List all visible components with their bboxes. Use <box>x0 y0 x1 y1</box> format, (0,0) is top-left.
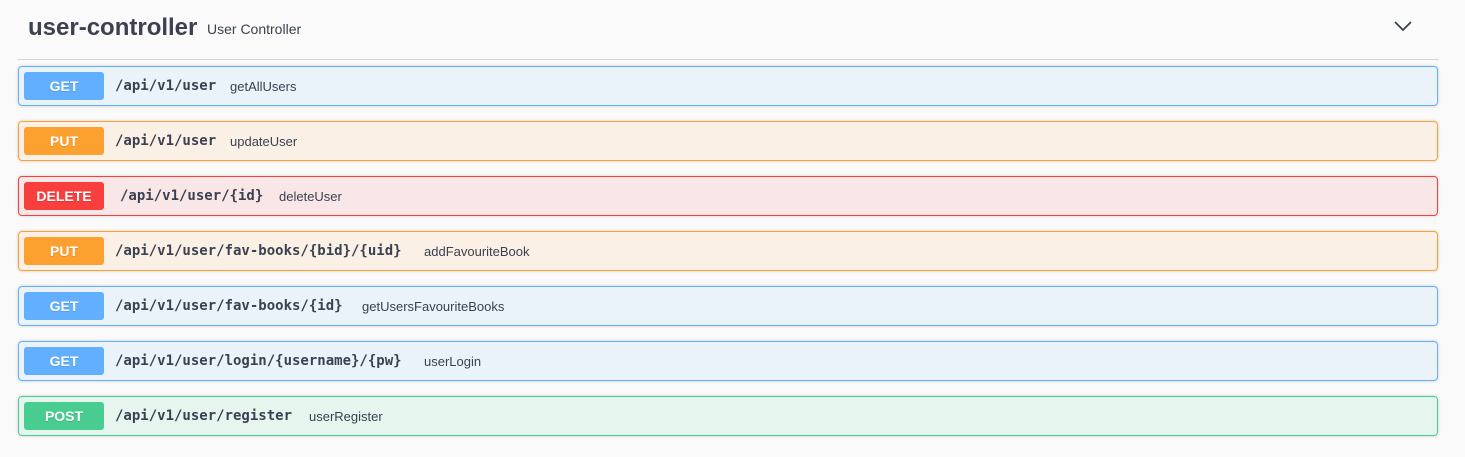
endpoint-summary: addFavouriteBook <box>424 244 530 259</box>
method-badge: PUT <box>24 127 104 155</box>
endpoint-summary: updateUser <box>230 134 298 149</box>
endpoint-path: /api/v1/user/login/{username}/{pw} <box>115 353 402 369</box>
opblock-user-register[interactable]: POST /api/v1/user/register userRegister <box>18 396 1438 436</box>
endpoint-summary: deleteUser <box>279 189 342 204</box>
opblock-get-users-favourite-books[interactable]: GET /api/v1/user/fav-books/{id} getUsers… <box>18 286 1438 326</box>
opblock-update-user[interactable]: PUT /api/v1/user updateUser <box>18 121 1438 161</box>
tag-name: user-controller <box>28 14 198 41</box>
opblock-get-all-users[interactable]: GET /api/v1/user getAllUsers <box>18 66 1438 106</box>
endpoint-summary: userLogin <box>424 354 482 369</box>
endpoint-summary: getUsersFavouriteBooks <box>362 299 505 314</box>
method-badge: GET <box>24 72 104 100</box>
endpoint-summary: userRegister <box>309 409 383 424</box>
endpoint-path: /api/v1/user/register <box>115 408 293 424</box>
method-badge: PUT <box>24 237 104 265</box>
method-badge: POST <box>24 402 104 430</box>
tag-section-header[interactable]: user-controller User Controller <box>18 0 1438 60</box>
endpoint-path: /api/v1/user/fav-books/{id} <box>115 298 343 314</box>
opblock-user-login[interactable]: GET /api/v1/user/login/{username}/{pw} u… <box>18 341 1438 381</box>
method-badge: GET <box>24 292 104 320</box>
endpoint-path: /api/v1/user <box>115 78 217 94</box>
chevron-down-icon[interactable] <box>1393 16 1413 36</box>
endpoint-path: /api/v1/user <box>115 133 217 149</box>
opblock-delete-user[interactable]: DELETE /api/v1/user/{id} deleteUser <box>18 176 1438 216</box>
endpoint-summary: getAllUsers <box>230 79 297 94</box>
method-badge: DELETE <box>24 182 104 210</box>
user-controller-section: user-controller User Controller GET /api… <box>18 0 1438 436</box>
endpoint-path: /api/v1/user/fav-books/{bid}/{uid} <box>115 243 402 259</box>
endpoint-path: /api/v1/user/{id} <box>120 188 264 204</box>
opblock-add-favourite-book[interactable]: PUT /api/v1/user/fav-books/{bid}/{uid} a… <box>18 231 1438 271</box>
tag-description: User Controller <box>207 21 302 37</box>
method-badge: GET <box>24 347 104 375</box>
